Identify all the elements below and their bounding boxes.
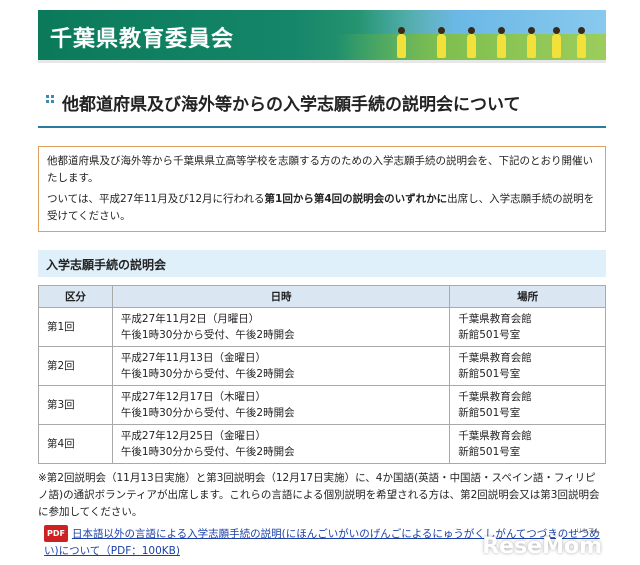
- date-text: 平成27年11月13日（金曜日）: [120, 352, 266, 364]
- watermark-tag: リセマム: [575, 528, 600, 535]
- banner-player-figure: [497, 27, 506, 58]
- banner-player-figure: [397, 27, 406, 58]
- date-text: 平成27年12月17日（木曜日）: [120, 391, 266, 403]
- time-text: 午後1時30分から受付、午後2時開会: [120, 407, 295, 419]
- cell-datetime: 平成27年12月25日（金曜日） 午後1時30分から受付、午後2時開会: [111, 424, 451, 464]
- date-text: 平成27年11月2日（月曜日）: [120, 313, 260, 325]
- pdf-icon: PDF: [44, 525, 68, 542]
- column-header-kubun: 区分: [38, 285, 113, 308]
- cell-kubun: 第1回: [38, 307, 113, 347]
- date-text: 平成27年12月25日（金曜日）: [120, 430, 266, 442]
- session-table: 区分 日時 場所 第1回 平成27年11月2日（月曜日） 午後1時30分から受付、…: [38, 285, 606, 464]
- cell-kubun: 第4回: [38, 424, 113, 464]
- section-title: 入学志願手続の説明会: [46, 258, 167, 272]
- banner-player-figure: [527, 27, 536, 58]
- room-text: 新館501号室: [458, 446, 521, 458]
- intro-text: ついては、平成27年11月及び12月に行われる: [47, 193, 265, 205]
- heading-bullet-icon: [46, 95, 54, 103]
- table-header-row: 区分 日時 場所: [38, 285, 606, 308]
- page-frame: 千葉県教育委員会 他都道府県及び海外等からの入学志願手続の説明会について 他都道…: [28, 0, 612, 565]
- time-text: 午後1時30分から受付、午後2時開会: [120, 329, 295, 341]
- table-row: 第4回 平成27年12月25日（金曜日） 午後1時30分から受付、午後2時開会 千…: [38, 424, 606, 464]
- cell-place: 千葉県教育会館 新館501号室: [449, 385, 606, 425]
- column-header-place: 場所: [449, 285, 606, 308]
- time-text: 午後1時30分から受付、午後2時開会: [120, 368, 295, 380]
- intro-paragraph-2: ついては、平成27年11月及び12月に行われる第1回から第4回の説明会のいずれか…: [47, 191, 597, 225]
- cell-datetime: 平成27年11月13日（金曜日） 午後1時30分から受付、午後2時開会: [111, 346, 451, 386]
- place-text: 千葉県教育会館: [458, 391, 532, 403]
- interpreter-note: ※第2回説明会（11月13日実施）と第3回説明会（12月17日実施）に、4か国語…: [38, 472, 600, 518]
- cell-place: 千葉県教育会館 新館501号室: [449, 424, 606, 464]
- resemom-watermark-logo: ReseMom リセマム: [482, 528, 602, 559]
- column-header-datetime: 日時: [111, 285, 451, 308]
- table-row: 第3回 平成27年12月17日（木曜日） 午後1時30分から受付、午後2時開会 千…: [38, 385, 606, 425]
- watermark-text: ReseMom: [482, 534, 602, 559]
- table-row: 第2回 平成27年11月13日（金曜日） 午後1時30分から受付、午後2時開会 千…: [38, 346, 606, 386]
- banner-player-figure: [437, 27, 446, 58]
- banner-player-figure: [577, 27, 586, 58]
- banner-sky: [356, 10, 606, 34]
- cell-place: 千葉県教育会館 新館501号室: [449, 307, 606, 347]
- intro-emphasis: 第1回から第4回の説明会のいずれかに: [264, 193, 448, 205]
- time-text: 午後1時30分から受付、午後2時開会: [120, 446, 295, 458]
- table-row: 第1回 平成27年11月2日（月曜日） 午後1時30分から受付、午後2時開会 千葉…: [38, 307, 606, 347]
- place-text: 千葉県教育会館: [458, 352, 532, 364]
- room-text: 新館501号室: [458, 329, 521, 341]
- banner-player-figure: [467, 27, 476, 58]
- site-title[interactable]: 千葉県教育委員会: [50, 21, 234, 53]
- cell-kubun: 第2回: [38, 346, 113, 386]
- cell-place: 千葉県教育会館 新館501号室: [449, 346, 606, 386]
- intro-paragraph-1: 他都道府県及び海外等から千葉県県立高等学校を志願する方のための入学志願手続の説明…: [47, 155, 593, 184]
- cell-datetime: 平成27年12月17日（木曜日） 午後1時30分から受付、午後2時開会: [111, 385, 451, 425]
- cell-datetime: 平成27年11月2日（月曜日） 午後1時30分から受付、午後2時開会: [111, 307, 451, 347]
- place-text: 千葉県教育会館: [458, 430, 532, 442]
- section-heading-bar: 入学志願手続の説明会: [38, 250, 606, 277]
- room-text: 新館501号室: [458, 407, 521, 419]
- room-text: 新館501号室: [458, 368, 521, 380]
- banner-shadow: [38, 60, 606, 63]
- intro-box: 他都道府県及び海外等から千葉県県立高等学校を志願する方のための入学志願手続の説明…: [38, 146, 606, 232]
- cell-kubun: 第3回: [38, 385, 113, 425]
- page-heading: 他都道府県及び海外等からの入学志願手続の説明会について: [38, 86, 606, 128]
- banner-player-figure: [552, 27, 561, 58]
- header-banner: 千葉県教育委員会: [38, 10, 606, 60]
- place-text: 千葉県教育会館: [458, 313, 532, 325]
- page-title: 他都道府県及び海外等からの入学志願手続の説明会について: [62, 95, 521, 115]
